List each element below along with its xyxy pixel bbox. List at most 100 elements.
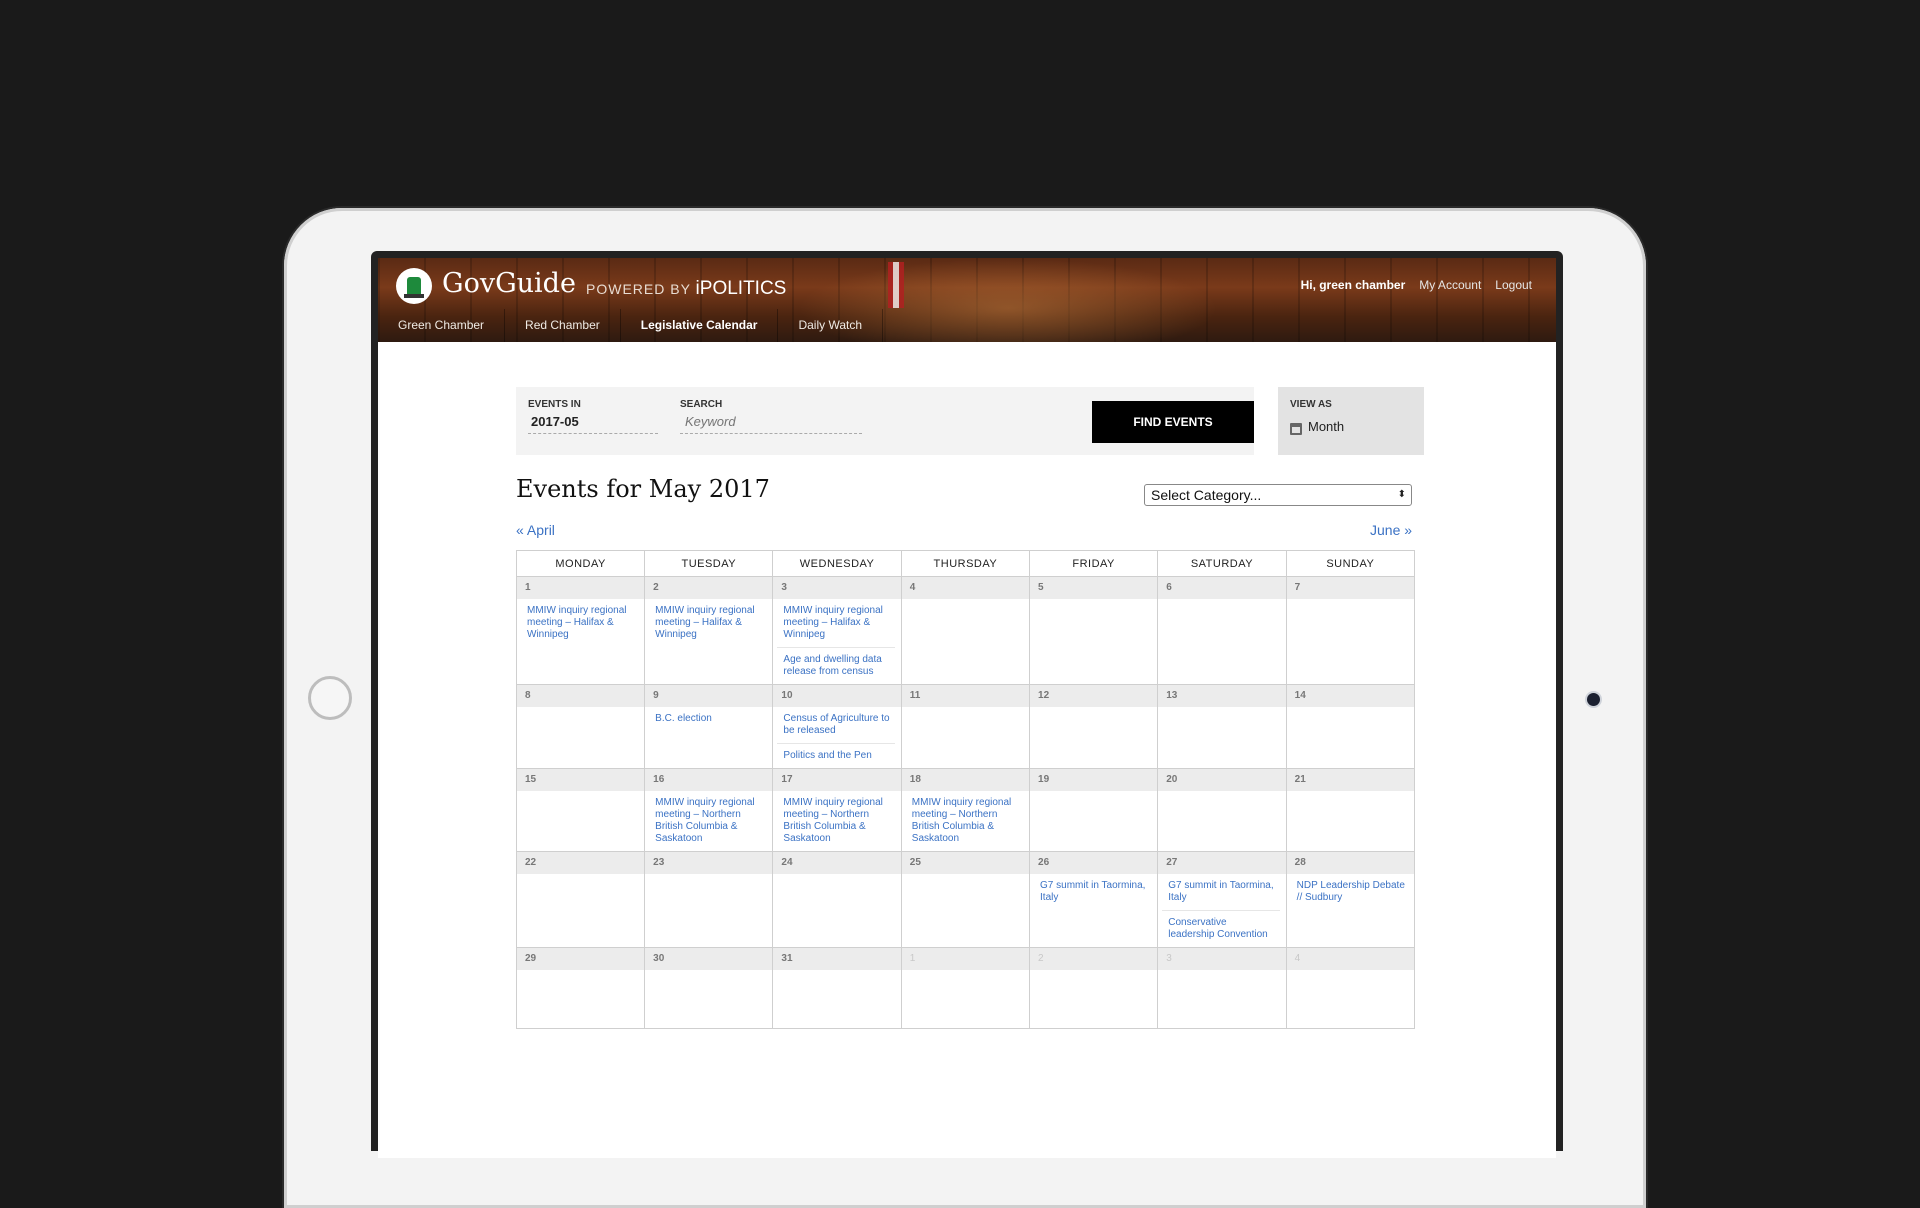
calendar-day-cell[interactable]: 13 <box>1157 684 1287 769</box>
calendar-day-cell[interactable]: 6 <box>1157 576 1287 685</box>
calendar-day-cell[interactable]: 26 G7 summit in Taormina, Italy <box>1029 851 1159 948</box>
day-number: 3 <box>1158 948 1286 970</box>
events-in-field[interactable] <box>528 411 664 434</box>
calendar-day-cell[interactable]: 17 MMIW inquiry regional meeting – Northe… <box>772 768 902 852</box>
calendar-day-cell[interactable]: 2 MMIW inquiry regional meeting – Halifax… <box>644 576 774 685</box>
calendar-day-cell[interactable]: 20 <box>1157 768 1287 852</box>
day-number: 18 <box>901 769 1030 791</box>
calendar-day-cell[interactable]: 22 <box>515 851 646 948</box>
account-links: Hi, green chamber My Account Logout <box>1301 278 1532 292</box>
my-account-link[interactable]: My Account <box>1419 278 1481 292</box>
day-number: 25 <box>901 852 1030 874</box>
event-link[interactable]: Conservative leadership Convention <box>1162 910 1280 947</box>
tab-daily-watch[interactable]: Daily Watch <box>778 309 884 342</box>
calendar-day-cell[interactable]: 7 <box>1285 576 1416 685</box>
event-link[interactable]: MMIW inquiry regional meeting – Halifax … <box>645 599 772 647</box>
events-in-input[interactable] <box>528 411 664 432</box>
calendar-day-cell[interactable]: 10 Census of Agriculture to be released Po… <box>772 684 902 769</box>
calendar-day-cell[interactable]: 18 MMIW inquiry regional meeting – Northe… <box>900 768 1031 852</box>
event-link[interactable]: MMIW inquiry regional meeting – Northern… <box>902 791 1029 851</box>
calendar-day-cell[interactable]: 11 <box>900 684 1031 769</box>
tab-red-chamber[interactable]: Red Chamber <box>505 309 621 342</box>
day-number: 19 <box>1030 769 1158 791</box>
ipolitics-logo: iPOLITICS <box>695 278 787 299</box>
event-link[interactable]: B.C. election <box>645 707 772 731</box>
view-as-value: Month <box>1308 419 1345 434</box>
home-button[interactable] <box>308 676 352 720</box>
day-number: 1 <box>901 948 1030 970</box>
calendar-day-cell[interactable]: 25 <box>900 851 1031 948</box>
calendar-day-cell[interactable]: 29 <box>515 947 646 1029</box>
calendar-day-cell[interactable]: 8 <box>515 684 646 769</box>
brand-name[interactable]: GovGuide <box>442 268 576 299</box>
weekday-header: SATURDAY <box>1157 550 1287 577</box>
chair-icon <box>404 277 424 298</box>
weekday-header: SUNDAY <box>1285 550 1416 577</box>
calendar-day-cell[interactable]: 1 <box>900 947 1031 1029</box>
govguide-logo-icon[interactable] <box>396 268 432 304</box>
calendar-day-cell[interactable]: 3 MMIW inquiry regional meeting – Halifax… <box>772 576 902 685</box>
calendar-day-cell[interactable]: 9 B.C. election <box>644 684 774 769</box>
calendar-day-cell[interactable]: 4 <box>900 576 1031 685</box>
event-link[interactable]: NDP Leadership Debate // Sudbury <box>1287 874 1414 910</box>
event-link[interactable]: Politics and the Pen <box>777 743 895 768</box>
calendar-day-cell[interactable]: 16 MMIW inquiry regional meeting – Northe… <box>644 768 774 852</box>
event-link[interactable]: MMIW inquiry regional meeting – Northern… <box>645 791 772 851</box>
category-select-value: Select Category... <box>1151 487 1262 503</box>
tab-legislative-calendar[interactable]: Legislative Calendar <box>621 309 779 342</box>
event-link[interactable]: G7 summit in Taormina, Italy <box>1030 874 1157 910</box>
day-number: 23 <box>645 852 773 874</box>
calendar-day-cell[interactable]: 28 NDP Leadership Debate // Sudbury <box>1285 851 1416 948</box>
calendar-day-cell[interactable]: 12 <box>1029 684 1159 769</box>
day-number: 30 <box>645 948 773 970</box>
tab-green-chamber[interactable]: Green Chamber <box>378 309 506 342</box>
day-number: 14 <box>1286 685 1414 707</box>
calendar-day-cell[interactable]: 5 <box>1029 576 1159 685</box>
day-number: 27 <box>1158 852 1286 874</box>
day-number: 8 <box>517 685 645 707</box>
day-number: 3 <box>773 577 901 599</box>
calendar-day-cell[interactable]: 1 MMIW inquiry regional meeting – Halifax… <box>515 576 646 685</box>
day-number: 6 <box>1158 577 1286 599</box>
calendar-icon <box>1290 423 1302 435</box>
calendar-day-cell[interactable]: 2 <box>1029 947 1159 1029</box>
logout-link[interactable]: Logout <box>1495 278 1532 292</box>
event-link[interactable]: G7 summit in Taormina, Italy <box>1158 874 1285 910</box>
weekday-header-row: MONDAY TUESDAY WEDNESDAY THURSDAY FRIDAY… <box>515 550 1416 577</box>
calendar-day-cell[interactable]: 3 <box>1157 947 1287 1029</box>
search-input[interactable] <box>680 411 872 432</box>
calendar-day-cell[interactable]: 14 <box>1285 684 1416 769</box>
day-number: 17 <box>773 769 901 791</box>
calendar-day-cell[interactable]: 21 <box>1285 768 1416 852</box>
calendar-day-cell[interactable]: 30 <box>644 947 774 1029</box>
day-number: 4 <box>901 577 1030 599</box>
events-in-label: EVENTS IN <box>528 399 581 410</box>
day-number: 1 <box>517 577 645 599</box>
event-link[interactable]: MMIW inquiry regional meeting – Halifax … <box>773 599 900 647</box>
event-link[interactable]: MMIW inquiry regional meeting – Northern… <box>773 791 900 851</box>
find-events-button[interactable]: FIND EVENTS <box>1092 401 1254 443</box>
search-field[interactable] <box>680 411 872 434</box>
view-as-selector[interactable]: VIEW AS Month <box>1278 387 1424 455</box>
weekday-header: TUESDAY <box>644 550 774 577</box>
prev-month-link[interactable]: « April <box>516 522 555 538</box>
calendar-day-cell[interactable]: 15 <box>515 768 646 852</box>
calendar-day-cell[interactable]: 27 G7 summit in Taormina, Italy Conservati… <box>1157 851 1287 948</box>
calendar-day-cell[interactable]: 24 <box>772 851 902 948</box>
event-link[interactable]: Age and dwelling data release from censu… <box>777 647 895 684</box>
calendar-day-cell[interactable]: 19 <box>1029 768 1159 852</box>
day-number: 10 <box>773 685 901 707</box>
next-month-link[interactable]: June » <box>1370 522 1412 538</box>
category-select[interactable]: Select Category... ⬍ <box>1144 484 1412 506</box>
day-number: 4 <box>1286 948 1414 970</box>
calendar-day-cell[interactable]: 23 <box>644 851 774 948</box>
day-number: 26 <box>1030 852 1158 874</box>
camera-lens <box>1587 693 1600 706</box>
calendar-day-cell[interactable]: 31 <box>772 947 902 1029</box>
calendar-day-cell[interactable]: 4 <box>1285 947 1416 1029</box>
day-number: 12 <box>1030 685 1158 707</box>
day-number: 29 <box>517 948 645 970</box>
day-number: 11 <box>901 685 1030 707</box>
event-link[interactable]: MMIW inquiry regional meeting – Halifax … <box>517 599 644 647</box>
event-link[interactable]: Census of Agriculture to be released <box>773 707 900 743</box>
